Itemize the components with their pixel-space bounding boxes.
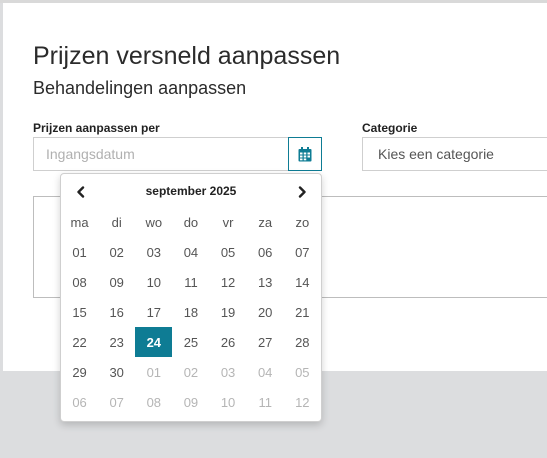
adjacent-month-day[interactable]: 09 <box>172 387 209 417</box>
weekday-label: vr <box>222 214 234 230</box>
calendar-day[interactable]: 22 <box>61 327 98 357</box>
week-row: 15 16 17 18 19 20 21 <box>61 297 321 327</box>
chevron-right-icon <box>298 186 306 198</box>
calendar-day[interactable]: 12 <box>210 267 247 297</box>
calendar-day[interactable]: 16 <box>98 297 135 327</box>
adjacent-month-day[interactable]: 10 <box>210 387 247 417</box>
weekday-row: ma di wo do vr za zo <box>61 207 321 237</box>
selected-day[interactable]: 24 <box>135 327 173 357</box>
datepicker-month-label[interactable]: september 2025 <box>101 184 281 198</box>
adjacent-month-day[interactable]: 12 <box>284 387 321 417</box>
calendar-day[interactable]: 11 <box>172 267 209 297</box>
chevron-left-icon <box>76 186 84 198</box>
calendar-day[interactable]: 19 <box>210 297 247 327</box>
week-row: 06 07 08 09 10 11 12 <box>61 387 321 417</box>
week-row: 01 02 03 04 05 06 07 <box>61 237 321 267</box>
calendar-day[interactable]: 21 <box>284 297 321 327</box>
adjacent-month-day[interactable]: 01 <box>135 357 172 387</box>
page-title: Prijzen versneld aanpassen <box>33 42 341 70</box>
adjacent-month-day[interactable]: 06 <box>61 387 98 417</box>
calendar-day[interactable]: 06 <box>247 237 284 267</box>
adjacent-month-day[interactable]: 02 <box>172 357 209 387</box>
prices-per-label: Prijzen aanpassen per <box>33 121 160 135</box>
adjacent-month-day[interactable]: 08 <box>135 387 172 417</box>
calendar-day[interactable]: 23 <box>98 327 135 357</box>
weekday-label: di <box>111 214 122 230</box>
datepicker-weeks: 01 02 03 04 05 06 07 08 09 10 11 12 13 14 15 16 17 18 19 20… <box>61 237 321 417</box>
calendar-day[interactable]: 26 <box>210 327 247 357</box>
calendar-day[interactable]: 09 <box>98 267 135 297</box>
adjacent-month-day[interactable]: 04 <box>247 357 284 387</box>
calendar-day[interactable]: 14 <box>284 267 321 297</box>
calendar-day[interactable]: 04 <box>172 237 209 267</box>
calendar-day[interactable]: 27 <box>247 327 284 357</box>
calendar-day[interactable]: 07 <box>284 237 321 267</box>
weekday-label: ma <box>70 214 89 230</box>
calendar-day[interactable]: 20 <box>247 297 284 327</box>
adjacent-month-day[interactable]: 11 <box>247 387 284 417</box>
weekday-label: zo <box>295 214 310 230</box>
calendar-day[interactable]: 10 <box>135 267 172 297</box>
calendar-day[interactable]: 30 <box>98 357 135 387</box>
calendar-day[interactable]: 13 <box>247 267 284 297</box>
weekday-label: do <box>183 214 199 230</box>
calendar-day[interactable]: 01 <box>61 237 98 267</box>
datepicker-popup: september 2025 ma di wo do vr za zo 01 02… <box>60 173 322 422</box>
weekday-label: za <box>258 214 273 230</box>
calendar-day[interactable]: 29 <box>61 357 98 387</box>
calendar-day[interactable]: 03 <box>135 237 172 267</box>
week-row: 22 23 24 25 26 27 28 <box>61 327 321 357</box>
calendar-button[interactable] <box>288 137 322 171</box>
page-subtitle: Behandelingen aanpassen <box>33 78 247 98</box>
calendar-day[interactable]: 25 <box>172 327 209 357</box>
calendar-day[interactable]: 17 <box>135 297 172 327</box>
calendar-day[interactable]: 05 <box>210 237 247 267</box>
calendar-day[interactable]: 08 <box>61 267 98 297</box>
calendar-day[interactable]: 28 <box>284 327 321 357</box>
category-select[interactable]: Kies een categorie <box>362 137 547 171</box>
next-month-button[interactable] <box>288 180 316 204</box>
week-row: 08 09 10 11 12 13 14 <box>61 267 321 297</box>
calendar-icon <box>298 146 312 161</box>
calendar-day[interactable]: 02 <box>98 237 135 267</box>
adjacent-month-day[interactable]: 03 <box>210 357 247 387</box>
datepicker-header: september 2025 <box>61 180 321 204</box>
week-row: 29 30 01 02 03 04 05 <box>61 357 321 387</box>
datepicker-grid: ma di wo do vr za zo 01 02 03 04 05 06 07 08 09 1… <box>61 207 321 417</box>
calendar-day[interactable]: 15 <box>61 297 98 327</box>
adjacent-month-day[interactable]: 05 <box>284 357 321 387</box>
effective-date-input[interactable] <box>33 137 289 171</box>
adjacent-month-day[interactable]: 07 <box>98 387 135 417</box>
weekday-label: wo <box>145 214 163 230</box>
calendar-day[interactable]: 18 <box>172 297 209 327</box>
previous-month-button[interactable] <box>66 180 94 204</box>
category-label: Categorie <box>362 121 418 135</box>
